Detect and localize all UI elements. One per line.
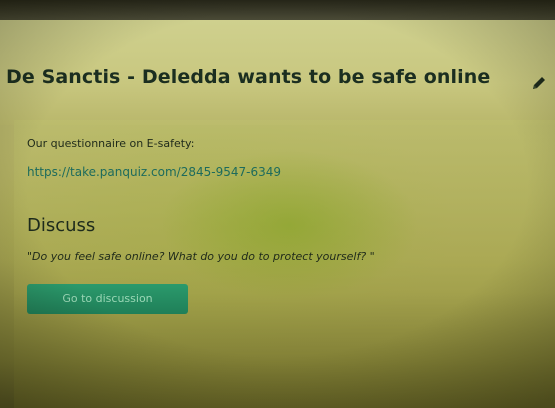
pencil-icon — [533, 77, 545, 89]
discussion-question: "Do you feel safe online? What do you do… — [27, 250, 375, 263]
page-title: De Sanctis - Deledda wants to be safe on… — [6, 66, 491, 88]
discuss-heading: Discuss — [27, 215, 96, 236]
screen: De Sanctis - Deledda wants to be safe on… — [0, 0, 555, 408]
questionnaire-label: Our questionnaire on E-safety: — [27, 137, 195, 150]
questionnaire-link[interactable]: https://take.panquiz.com/2845-9547-6349 — [27, 165, 281, 179]
top-bezel — [0, 0, 555, 20]
go-to-discussion-button[interactable]: Go to discussion — [27, 284, 188, 314]
edit-button[interactable] — [530, 74, 548, 92]
